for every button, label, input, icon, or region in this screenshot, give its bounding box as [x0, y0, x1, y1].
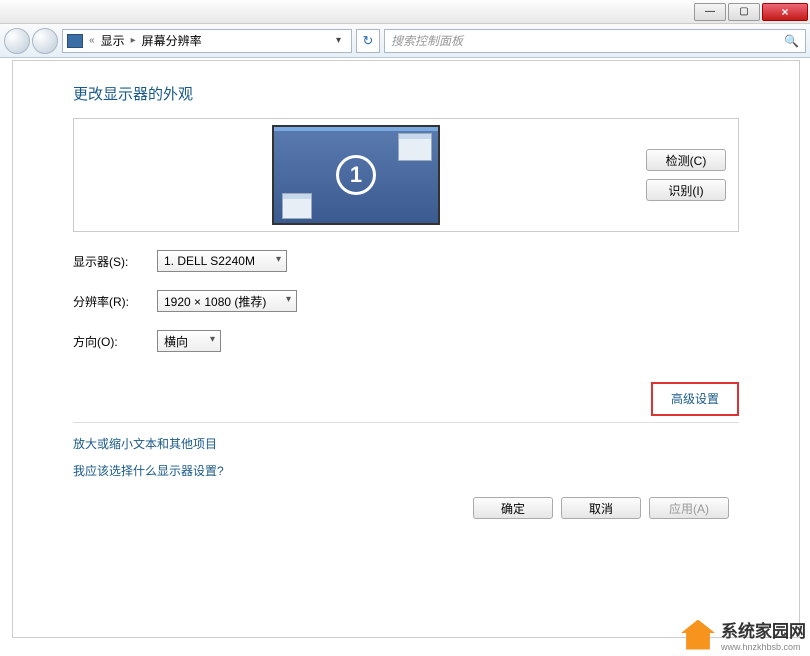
breadcrumb-dropdown-icon[interactable]: ▾ [330, 35, 347, 46]
maximize-button[interactable]: ▢ [728, 3, 760, 21]
nav-bar: « 显示 ▸ 屏幕分辨率 ▾ ↻ 搜索控制面板 🔍 [0, 24, 810, 58]
resolution-dropdown[interactable]: 1920 × 1080 (推荐) [157, 290, 297, 312]
forward-button[interactable] [32, 28, 58, 54]
identify-button[interactable]: 识别(I) [646, 179, 726, 201]
monitor-number: 1 [336, 155, 376, 195]
text-scaling-link[interactable]: 放大或缩小文本和其他项目 [73, 435, 739, 452]
control-panel-icon [67, 34, 83, 48]
page-title: 更改显示器的外观 [73, 83, 739, 104]
chevron-right-icon: ▸ [131, 35, 136, 46]
house-icon [681, 620, 715, 650]
back-chev-icon: « [89, 35, 95, 46]
cancel-button[interactable]: 取消 [561, 497, 641, 519]
orientation-dropdown[interactable]: 横向 [157, 330, 221, 352]
watermark: 系统家园网 www.hnzkhbsb.com [681, 617, 806, 652]
window-titlebar: — ▢ × [0, 0, 810, 24]
search-icon[interactable]: 🔍 [784, 34, 799, 48]
close-button[interactable]: × [762, 3, 808, 21]
breadcrumb[interactable]: « 显示 ▸ 屏幕分辨率 ▾ [62, 29, 352, 53]
monitor-preview-box: 1 检测(C) 识别(I) [73, 118, 739, 232]
dialog-buttons: 确定 取消 应用(A) [473, 497, 729, 519]
preview-window-icon [398, 133, 432, 161]
watermark-url: www.hnzkhbsb.com [721, 642, 806, 652]
advanced-settings-link[interactable]: 高级设置 [671, 392, 719, 406]
ok-button[interactable]: 确定 [473, 497, 553, 519]
crumb-display[interactable]: 显示 [101, 32, 125, 49]
display-label: 显示器(S): [73, 253, 157, 270]
content-frame: 更改显示器的外观 1 检测(C) 识别(I) 显示器(S): 1. DELL S… [12, 60, 800, 638]
display-dropdown[interactable]: 1. DELL S2240M [157, 250, 287, 272]
search-input[interactable]: 搜索控制面板 🔍 [384, 29, 806, 53]
crumb-resolution[interactable]: 屏幕分辨率 [142, 32, 202, 49]
detect-button[interactable]: 检测(C) [646, 149, 726, 171]
display-help-link[interactable]: 我应该选择什么显示器设置? [73, 462, 739, 479]
orientation-label: 方向(O): [73, 333, 157, 350]
search-placeholder: 搜索控制面板 [391, 32, 463, 49]
separator [73, 422, 739, 423]
back-button[interactable] [4, 28, 30, 54]
watermark-brand: 系统家园网 [721, 622, 806, 641]
preview-window-icon [282, 193, 312, 219]
resolution-label: 分辨率(R): [73, 293, 157, 310]
minimize-button[interactable]: — [694, 3, 726, 21]
advanced-settings-highlight: 高级设置 [651, 382, 739, 416]
refresh-button[interactable]: ↻ [356, 29, 380, 53]
apply-button[interactable]: 应用(A) [649, 497, 729, 519]
monitor-preview[interactable]: 1 [272, 125, 440, 225]
